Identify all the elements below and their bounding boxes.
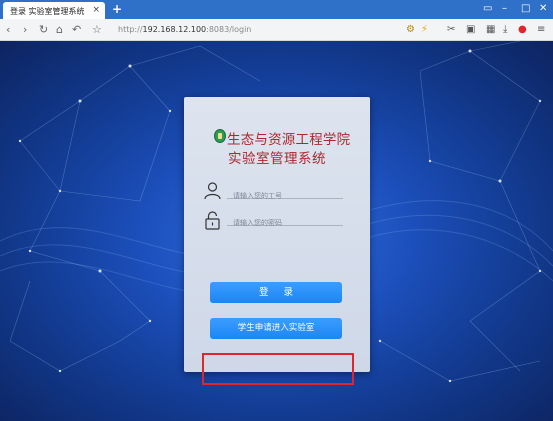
address-bar[interactable]: http://192.168.12.100:8083/login [118, 25, 251, 34]
login-page: 生态与资源工程学院 实验室管理系统 登 录 学生申请进入实验室 [0, 41, 553, 421]
user-icon [204, 182, 221, 200]
lock-icon [205, 211, 220, 230]
download-icon[interactable]: ⤓ [503, 23, 507, 36]
home-icon[interactable]: ⌂ [56, 23, 63, 36]
back-icon[interactable]: ‹ [6, 23, 10, 36]
maximize-icon[interactable]: □ [521, 3, 530, 15]
username-input[interactable] [227, 188, 343, 204]
browser-tab-bar: 登录 实验室管理系统 × + ▭ – □ ✕ [0, 0, 553, 19]
url-host: 192.168.12.100 [142, 25, 207, 34]
reload-icon[interactable]: ↻ [39, 23, 48, 36]
browser-toolbar: ‹ › ↻ ⌂ ↶ ☆ http://192.168.12.100:8083/l… [0, 19, 553, 41]
url-path: :8083/login [206, 25, 252, 34]
lightning-icon[interactable]: ⚡ [421, 23, 428, 36]
grid-icon[interactable]: ▦ [486, 23, 495, 36]
password-field[interactable] [227, 210, 343, 231]
minimize-icon[interactable]: – [502, 3, 507, 15]
undo-icon[interactable]: ↶ [72, 23, 81, 36]
close-window-icon[interactable]: ✕ [539, 3, 547, 15]
new-tab-button[interactable]: + [112, 3, 122, 15]
login-card: 生态与资源工程学院 实验室管理系统 登 录 学生申请进入实验室 [184, 97, 370, 372]
browser-tab[interactable]: 登录 实验室管理系统 × [3, 2, 105, 19]
college-logo-icon [214, 129, 226, 143]
scissors-icon[interactable]: ✂ [447, 23, 455, 36]
highlight-box [202, 353, 354, 385]
username-field[interactable] [227, 183, 343, 204]
tab-title: 登录 实验室管理系统 [10, 7, 85, 16]
window-menu-icon[interactable]: ▭ [483, 3, 492, 15]
student-apply-button[interactable]: 学生申请进入实验室 [210, 318, 342, 339]
forward-icon[interactable]: › [23, 23, 27, 36]
tab-close-icon[interactable]: × [92, 5, 100, 15]
bookmark-star-icon[interactable]: ☆ [92, 23, 102, 36]
url-prefix: http:// [118, 25, 143, 34]
screenshot-icon[interactable]: ▣ [466, 23, 475, 36]
extension-icon[interactable]: ⚙ [406, 23, 415, 36]
adblock-icon[interactable]: ● [518, 23, 527, 36]
menu-icon[interactable]: ≡ [537, 23, 545, 36]
password-input[interactable] [227, 215, 343, 231]
college-title: 生态与资源工程学院 [227, 132, 351, 148]
system-title: 实验室管理系统 [228, 151, 326, 167]
login-button[interactable]: 登 录 [210, 282, 342, 303]
